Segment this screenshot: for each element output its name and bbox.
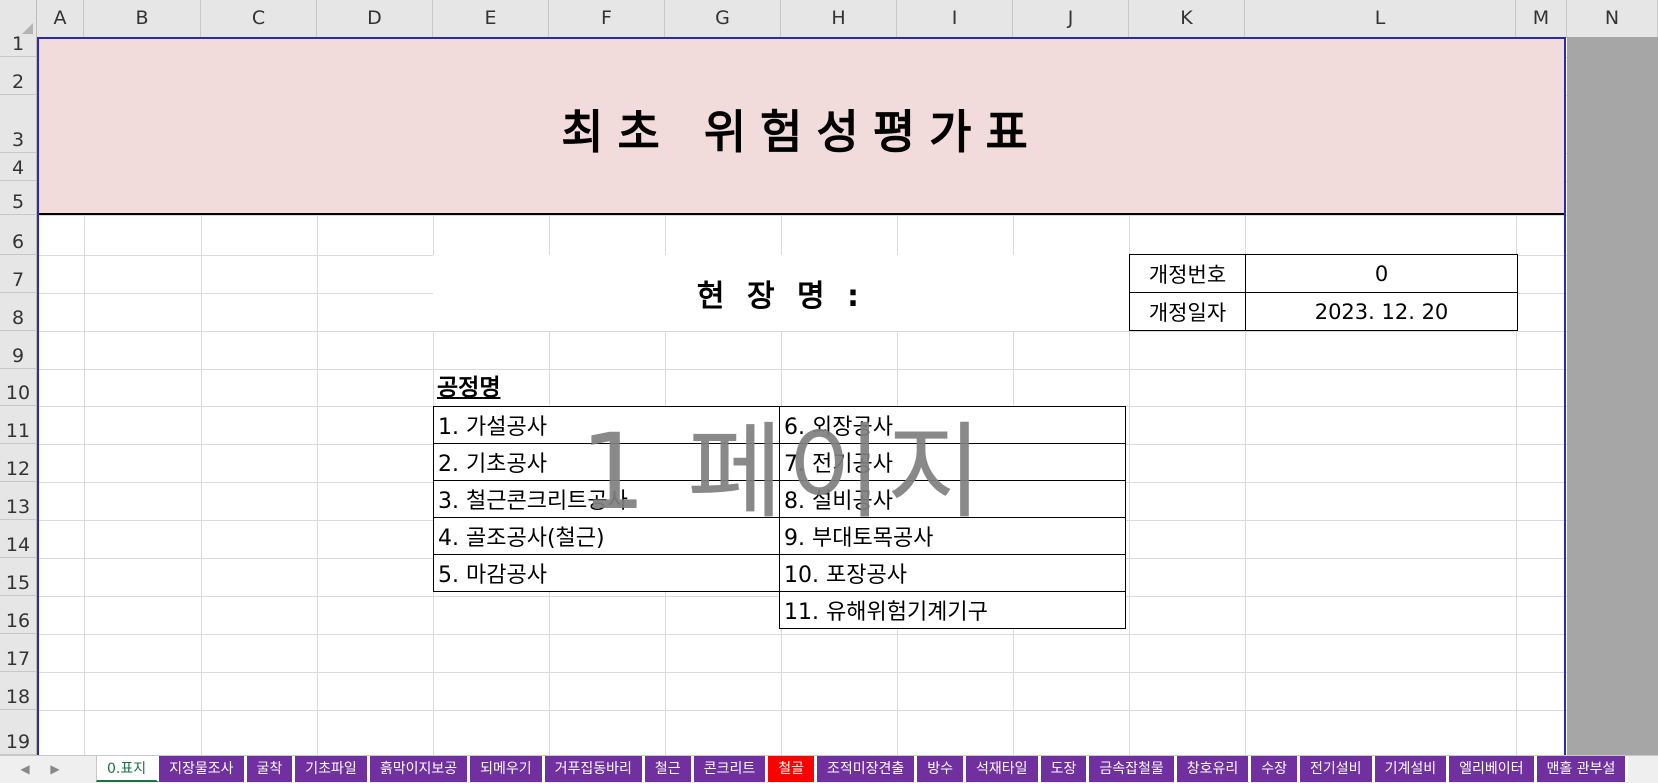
outside-print-area bbox=[1567, 37, 1658, 755]
revision-number-label[interactable]: 개정번호 bbox=[1129, 254, 1246, 293]
row-header-13[interactable]: 13 bbox=[0, 482, 37, 520]
column-header-a[interactable]: A bbox=[37, 0, 84, 37]
process-row: 4. 골조공사(철근) 9. 부대토목공사 bbox=[433, 517, 1126, 555]
row-header-16[interactable]: 16 bbox=[0, 596, 37, 634]
sheet-tab[interactable]: 지장물조사 bbox=[159, 756, 247, 782]
gridline bbox=[37, 331, 1567, 332]
row-header-7[interactable]: 7 bbox=[0, 255, 37, 293]
sheet-tab[interactable]: 기초파일 bbox=[295, 756, 370, 782]
column-header-f[interactable]: F bbox=[549, 0, 665, 37]
sheet-tab[interactable]: 콘크리트 bbox=[693, 756, 769, 782]
process-item[interactable]: 5. 마감공사 bbox=[433, 554, 780, 592]
row-header-10[interactable]: 10 bbox=[0, 369, 37, 406]
sheet-tab[interactable]: 방수 bbox=[917, 756, 967, 782]
process-table: 1. 가설공사 6. 외장공사 2. 기초공사 7. 전기공사 3. 철근콘크리트공사 8… bbox=[433, 406, 1126, 629]
row-header-5[interactable]: 5 bbox=[0, 181, 37, 215]
title-band: 최초 위험성평가표 bbox=[39, 39, 1564, 215]
row-header-14[interactable]: 14 bbox=[0, 520, 37, 558]
process-item[interactable]: 1. 가설공사 bbox=[433, 406, 780, 444]
column-header-i[interactable]: I bbox=[897, 0, 1013, 37]
sheet-tab[interactable]: 맨홀 관부설 bbox=[1536, 756, 1629, 782]
process-item[interactable]: 2. 기초공사 bbox=[433, 443, 780, 481]
revision-number-value[interactable]: 0 bbox=[1245, 254, 1518, 293]
column-header-m[interactable]: M bbox=[1516, 0, 1567, 37]
row-header-17[interactable]: 17 bbox=[0, 634, 37, 672]
select-all-corner[interactable] bbox=[0, 0, 37, 37]
sheet-tab[interactable]: 엘리베이터 bbox=[1449, 756, 1537, 782]
column-header-j[interactable]: J bbox=[1013, 0, 1129, 37]
sheet-tab[interactable]: 철골 bbox=[768, 756, 817, 782]
process-row: 2. 기초공사 7. 전기공사 bbox=[433, 443, 1126, 481]
sheet-tab[interactable]: 전기설비 bbox=[1300, 756, 1375, 782]
row-header-4[interactable]: 4 bbox=[0, 153, 37, 181]
revision-date-value[interactable]: 2023. 12. 20 bbox=[1245, 292, 1518, 331]
gridline bbox=[37, 369, 1567, 370]
row-header-11[interactable]: 11 bbox=[0, 406, 37, 444]
sheet-tab[interactable]: 기계설비 bbox=[1374, 756, 1450, 782]
sheet-tab-bar: ◀ ▶ 0.표지 지장물조사 굴착 기초파일 흙막이지보공 되메우기 거푸집동바리 철근 콘크리… bbox=[0, 755, 1658, 783]
column-header-b[interactable]: B bbox=[84, 0, 201, 37]
process-title: 공정명 bbox=[437, 375, 501, 401]
row-header-18[interactable]: 18 bbox=[0, 672, 37, 710]
column-header-c[interactable]: C bbox=[201, 0, 317, 37]
process-item[interactable]: 11. 유해위험기계기구 bbox=[779, 591, 1126, 629]
site-name-label: 현 장 명 : bbox=[433, 255, 1129, 331]
gridline bbox=[37, 215, 1567, 216]
column-header-bar: ABCDEFGHIJKLMN bbox=[0, 0, 1658, 38]
sheet-tab[interactable]: 굴착 bbox=[246, 756, 296, 782]
sheet-tab[interactable]: 수장 bbox=[1251, 756, 1301, 782]
sheet-tabs: 0.표지 지장물조사 굴착 기초파일 흙막이지보공 되메우기 거푸집동바리 철근 콘크리트 철골 조… bbox=[96, 756, 1629, 783]
row-header-3[interactable]: 3 bbox=[0, 95, 37, 153]
scroll-left-icon[interactable]: ◀ bbox=[10, 756, 40, 783]
page-title: 최초 위험성평가표 bbox=[561, 105, 1042, 159]
scroll-right-icon[interactable]: ▶ bbox=[40, 756, 70, 783]
sheet-tab[interactable]: 되메우기 bbox=[470, 756, 545, 782]
empty-cell[interactable] bbox=[434, 592, 780, 629]
column-header-l[interactable]: L bbox=[1245, 0, 1516, 37]
row-header-19[interactable]: 19 bbox=[0, 710, 37, 755]
row-header-15[interactable]: 15 bbox=[0, 558, 37, 596]
sheet-tab[interactable]: 석재타일 bbox=[966, 756, 1041, 782]
revision-table: 개정번호 0 개정일자 2023. 12. 20 bbox=[1129, 254, 1518, 331]
column-header-h[interactable]: H bbox=[781, 0, 897, 37]
sheet-tab[interactable]: 조적미장견출 bbox=[816, 756, 918, 782]
row-header-2[interactable]: 2 bbox=[0, 57, 37, 95]
sheet-tab[interactable]: 금속잡철물 bbox=[1089, 756, 1177, 782]
gridline bbox=[37, 634, 1567, 635]
gridline bbox=[37, 672, 1567, 673]
row-header-6[interactable]: 6 bbox=[0, 215, 37, 255]
row-header-1[interactable]: 1 bbox=[0, 33, 37, 57]
column-header-k[interactable]: K bbox=[1129, 0, 1245, 37]
process-row: 3. 철근콘크리트공사 8. 설비공사 bbox=[433, 480, 1126, 518]
sheet-tab[interactable]: 흙막이지보공 bbox=[369, 756, 471, 782]
sheet-tab[interactable]: 도장 bbox=[1040, 756, 1090, 782]
column-header-e[interactable]: E bbox=[433, 0, 549, 37]
revision-date-label[interactable]: 개정일자 bbox=[1129, 292, 1246, 331]
row-header-8[interactable]: 8 bbox=[0, 293, 37, 331]
sheet-tab[interactable]: 철근 bbox=[644, 756, 694, 782]
process-item[interactable]: 10. 포장공사 bbox=[779, 554, 1126, 592]
process-item[interactable]: 3. 철근콘크리트공사 bbox=[433, 480, 780, 518]
process-item[interactable]: 8. 설비공사 bbox=[779, 480, 1126, 518]
sheet-tab[interactable]: 거푸집동바리 bbox=[544, 756, 645, 782]
gridline bbox=[37, 710, 1567, 711]
process-item[interactable]: 4. 골조공사(철근) bbox=[433, 517, 780, 555]
column-header-g[interactable]: G bbox=[665, 0, 781, 37]
process-row: 1. 가설공사 6. 외장공사 bbox=[433, 406, 1126, 444]
process-item[interactable]: 7. 전기공사 bbox=[779, 443, 1126, 481]
sheet-tab[interactable]: 0.표지 bbox=[96, 756, 160, 782]
sheet-tab[interactable]: 창호유리 bbox=[1176, 756, 1252, 782]
column-header-n[interactable]: N bbox=[1567, 0, 1658, 37]
process-row: 11. 유해위험기계기구 bbox=[434, 591, 1126, 629]
process-item[interactable]: 6. 외장공사 bbox=[779, 406, 1126, 444]
row-header-9[interactable]: 9 bbox=[0, 331, 37, 369]
process-row: 5. 마감공사 10. 포장공사 bbox=[433, 554, 1126, 592]
spreadsheet: ABCDEFGHIJKLMN 1 2 3 4 5 6 7 8 9 10 11 12 13 14 15 16 17… bbox=[0, 0, 1658, 783]
row-header-12[interactable]: 12 bbox=[0, 444, 37, 482]
column-header-d[interactable]: D bbox=[317, 0, 433, 37]
process-item[interactable]: 9. 부대토목공사 bbox=[779, 517, 1126, 555]
